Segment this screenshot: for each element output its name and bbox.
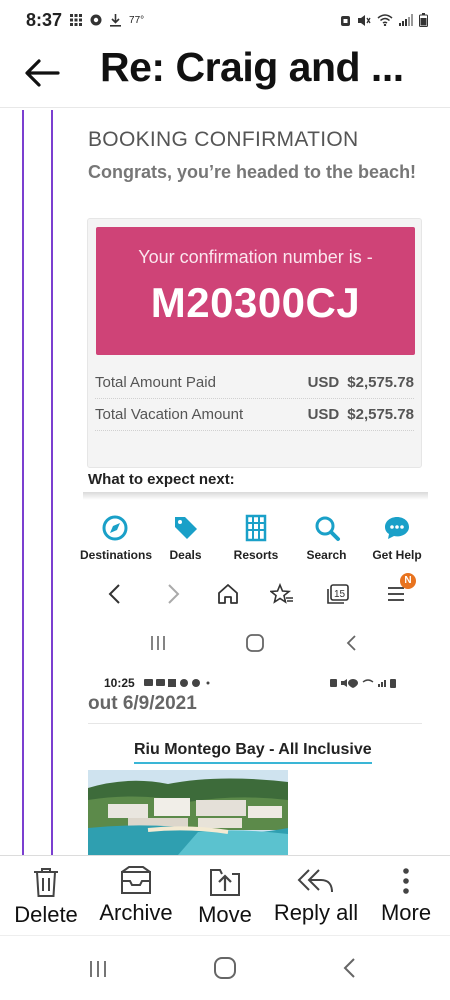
site-nav-label: Deals <box>169 548 202 562</box>
site-nav-search[interactable]: Search <box>292 510 362 568</box>
site-nav-label: Get Help <box>372 548 422 562</box>
status-time: 8:37 <box>26 9 63 30</box>
tag-icon <box>174 517 197 539</box>
amount-label: Total Amount Paid <box>95 374 216 391</box>
amount-label: Total Vacation Amount <box>95 406 244 423</box>
reply-all-icon <box>297 869 333 893</box>
trash-icon <box>34 868 58 897</box>
delete-button[interactable]: Delete <box>10 856 82 928</box>
wifi-icon <box>377 14 393 26</box>
alarm-icon <box>341 15 350 26</box>
confirmation-label: Your confirmation number is - <box>138 247 373 267</box>
amount-value: $2,575.78 <box>347 374 414 391</box>
amount-currency: USD <box>307 374 340 391</box>
more-vertical-icon <box>403 868 409 894</box>
resort-name-link[interactable]: Riu Montego Bay - All Inclusive <box>134 741 372 764</box>
inner-status-bar: 10:25 <box>104 676 424 694</box>
back-icon[interactable] <box>342 957 356 979</box>
archive-icon <box>121 866 151 894</box>
site-nav: Destinations Deals Resorts Search Get He… <box>80 510 432 568</box>
status-bar: 8:37 77° <box>0 0 450 40</box>
browser-menu-button[interactable]: N <box>378 573 416 612</box>
what-next-heading: What to expect next: <box>88 471 235 488</box>
recents-icon[interactable] <box>87 958 109 980</box>
site-nav-get-help[interactable]: Get Help <box>362 510 432 568</box>
site-nav-resorts[interactable]: Resorts <box>221 510 291 568</box>
site-nav-deals[interactable]: Deals <box>151 510 221 568</box>
home-icon[interactable] <box>213 956 237 980</box>
search-icon <box>315 516 340 541</box>
move-icon <box>210 869 240 896</box>
quote-line <box>51 110 53 855</box>
email-header: Re: Craig and ... <box>0 40 450 108</box>
browser-tabs-button[interactable]: 15 <box>320 576 356 612</box>
chevron-left-icon <box>108 584 120 604</box>
building-icon <box>245 514 267 542</box>
tabs-icon: 15 <box>327 584 349 604</box>
inner-system-icons <box>330 679 396 688</box>
action-label: More <box>380 900 432 925</box>
email-body[interactable]: BOOKING CONFIRMATION Congrats, you’re he… <box>0 110 450 855</box>
site-nav-destinations[interactable]: Destinations <box>80 510 153 568</box>
notification-badge: N <box>400 573 416 589</box>
tabs-count: 15 <box>334 589 346 600</box>
compass-icon <box>102 515 128 541</box>
browser-toolbar: 15 N <box>80 573 432 612</box>
chat-bubble-icon <box>385 517 409 539</box>
section-divider <box>83 492 428 500</box>
action-label: Archive <box>99 900 173 925</box>
more-button[interactable]: More <box>376 856 436 926</box>
action-label: Move <box>198 902 252 927</box>
status-temperature: 77° <box>129 14 145 26</box>
site-nav-label: Resorts <box>233 548 279 562</box>
back-chevron-icon <box>346 635 356 651</box>
battery-icon <box>419 13 428 27</box>
browser-bookmarks-button[interactable] <box>264 576 300 612</box>
reply-all-button[interactable]: Reply all <box>268 856 364 926</box>
inner-notification-icons <box>144 679 210 687</box>
recents-icon <box>151 636 165 650</box>
email-action-bar: Delete Archive Move Reply all More <box>0 855 450 935</box>
browser-forward-button[interactable] <box>156 576 192 612</box>
back-arrow-icon[interactable] <box>24 58 60 88</box>
confirmation-number: M20300CJ <box>150 279 361 326</box>
checkout-date: out 6/9/2021 <box>88 693 197 714</box>
mute-icon <box>358 14 371 26</box>
booking-title: BOOKING CONFIRMATION <box>88 128 359 151</box>
site-nav-label: Search <box>306 548 347 562</box>
action-label: Reply all <box>273 900 359 925</box>
star-list-icon <box>270 583 293 604</box>
confirmation-box: Your confirmation number is - M20300CJ <box>96 227 415 355</box>
quote-line <box>22 110 24 855</box>
chrome-notification-icon <box>90 14 102 26</box>
system-nav-bar <box>0 935 450 1000</box>
action-label: Delete <box>14 902 78 927</box>
browser-back-button[interactable] <box>96 576 132 612</box>
amount-currency: USD <box>307 406 340 423</box>
browser-home-button[interactable] <box>210 576 246 612</box>
resort-image[interactable] <box>88 770 288 855</box>
chevron-right-icon <box>168 584 180 604</box>
inner-status-time: 10:25 <box>104 676 135 690</box>
divider <box>88 723 422 724</box>
booking-subtitle: Congrats, you’re headed to the beach! <box>88 162 417 182</box>
grid-notification-icon <box>70 14 83 26</box>
download-icon <box>110 13 122 27</box>
site-nav-label: Destinations <box>80 548 153 562</box>
home-square-icon <box>246 634 264 652</box>
archive-button[interactable]: Archive <box>94 856 178 926</box>
home-icon <box>218 584 238 604</box>
inner-system-nav <box>80 628 432 658</box>
email-subject: Re: Craig and ... <box>100 44 404 90</box>
amount-value: $2,575.78 <box>347 406 414 423</box>
move-button[interactable]: Move <box>194 856 256 928</box>
amount-row-paid: Total Amount Paid USD $2,575.78 <box>95 367 414 399</box>
amount-row-vacation: Total Vacation Amount USD $2,575.78 <box>95 399 414 431</box>
signal-icon <box>399 14 413 26</box>
